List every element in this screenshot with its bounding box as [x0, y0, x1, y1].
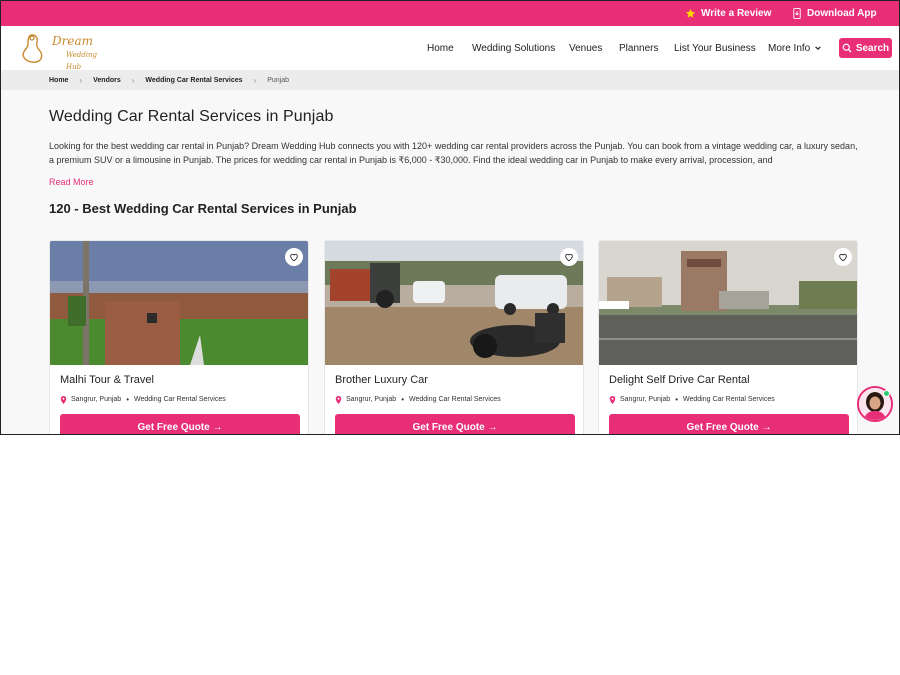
- breadcrumb-home[interactable]: Home: [49, 77, 68, 84]
- online-status-dot: [883, 390, 890, 397]
- location-pin-icon: [335, 395, 342, 404]
- search-button[interactable]: Search: [839, 38, 892, 58]
- vendor-location: Sangrur, Punjab: [71, 396, 122, 403]
- logo-name: Dream: [52, 34, 93, 48]
- favorite-button[interactable]: [285, 248, 303, 266]
- favorite-button[interactable]: [560, 248, 578, 266]
- vendor-meta: Sangrur, Punjab • Wedding Car Rental Ser…: [60, 395, 226, 404]
- vendor-photo-malhi: [50, 241, 308, 365]
- vendor-meta: Sangrur, Punjab • Wedding Car Rental Ser…: [335, 395, 501, 404]
- get-free-quote-button[interactable]: Get Free Quote →: [335, 414, 575, 434]
- vendor-location: Sangrur, Punjab: [346, 396, 397, 403]
- get-free-quote-button[interactable]: Get Free Quote →: [609, 414, 849, 434]
- vendor-category: Wedding Car Rental Services: [683, 396, 775, 403]
- download-app-link[interactable]: Download App: [792, 1, 877, 26]
- nav-venues[interactable]: Venues: [569, 26, 602, 70]
- dream-wedding-hub-logo[interactable]: Dream Wedding Hub: [18, 32, 108, 71]
- nav-more-info-label: More Info: [768, 42, 811, 54]
- browser-viewport: Write a Review Download App Dream Weddin…: [0, 0, 900, 435]
- listing-count-title: 120 - Best Wedding Car Rental Services i…: [49, 201, 357, 216]
- heart-icon: [290, 253, 298, 262]
- vendor-photo[interactable]: [50, 241, 308, 365]
- write-review-label: Write a Review: [701, 8, 772, 19]
- vendor-category: Wedding Car Rental Services: [409, 396, 501, 403]
- vendor-meta: Sangrur, Punjab • Wedding Car Rental Ser…: [609, 395, 775, 404]
- bride-silhouette-icon: [22, 34, 43, 63]
- nav-list-your-business[interactable]: List Your Business: [674, 26, 756, 70]
- phone-download-icon: [793, 8, 801, 19]
- read-more-link[interactable]: Read More: [49, 177, 94, 187]
- breadcrumb: Home › Vendors › Wedding Car Rental Serv…: [1, 70, 899, 90]
- heart-icon: [839, 253, 847, 262]
- location-pin-icon: [60, 395, 67, 404]
- nav-more-info[interactable]: More Info: [768, 26, 822, 70]
- breadcrumb-chevron-icon: ›: [131, 75, 135, 85]
- vendor-name[interactable]: Brother Luxury Car: [335, 374, 428, 386]
- heart-icon: [565, 253, 573, 262]
- site-header: Dream Wedding Hub Home Wedding Solutions…: [1, 26, 899, 71]
- vendor-photo-delight: [599, 241, 857, 365]
- get-free-quote-button[interactable]: Get Free Quote →: [60, 414, 300, 434]
- vendor-name[interactable]: Malhi Tour & Travel: [60, 374, 154, 386]
- write-review-link[interactable]: Write a Review: [685, 1, 771, 26]
- vendor-photo[interactable]: [325, 241, 583, 365]
- intro-paragraph: Looking for the best wedding car rental …: [49, 141, 858, 165]
- vendor-card[interactable]: Malhi Tour & Travel Sangrur, Punjab • We…: [49, 240, 309, 434]
- search-label: Search: [855, 42, 890, 54]
- vendor-photo[interactable]: [599, 241, 857, 365]
- vendor-category: Wedding Car Rental Services: [134, 396, 226, 403]
- location-pin-icon: [609, 395, 616, 404]
- vendor-location: Sangrur, Punjab: [620, 396, 671, 403]
- chevron-down-icon: [815, 46, 822, 50]
- vendor-photo-brother: [325, 241, 583, 365]
- favorite-button[interactable]: [834, 248, 852, 266]
- breadcrumb-vendors[interactable]: Vendors: [93, 77, 121, 84]
- download-app-label: Download App: [807, 8, 877, 19]
- vendor-card[interactable]: Delight Self Drive Car Rental Sangrur, P…: [598, 240, 858, 434]
- nav-planners[interactable]: Planners: [619, 26, 658, 70]
- page-title: Wedding Car Rental Services in Punjab: [49, 108, 334, 125]
- nav-wedding-solutions[interactable]: Wedding Solutions: [472, 26, 555, 70]
- nav-home[interactable]: Home: [427, 26, 454, 70]
- top-bar: Write a Review Download App: [1, 1, 899, 26]
- star-icon: [685, 8, 696, 18]
- breadcrumb-category[interactable]: Wedding Car Rental Services: [145, 77, 242, 84]
- vendor-name[interactable]: Delight Self Drive Car Rental: [609, 374, 750, 386]
- vendor-card[interactable]: Brother Luxury Car Sangrur, Punjab • Wed…: [324, 240, 584, 434]
- breadcrumb-chevron-icon: ›: [79, 75, 83, 85]
- breadcrumb-chevron-icon: ›: [253, 75, 257, 85]
- search-icon: [842, 43, 852, 53]
- breadcrumb-current: Punjab: [267, 76, 290, 84]
